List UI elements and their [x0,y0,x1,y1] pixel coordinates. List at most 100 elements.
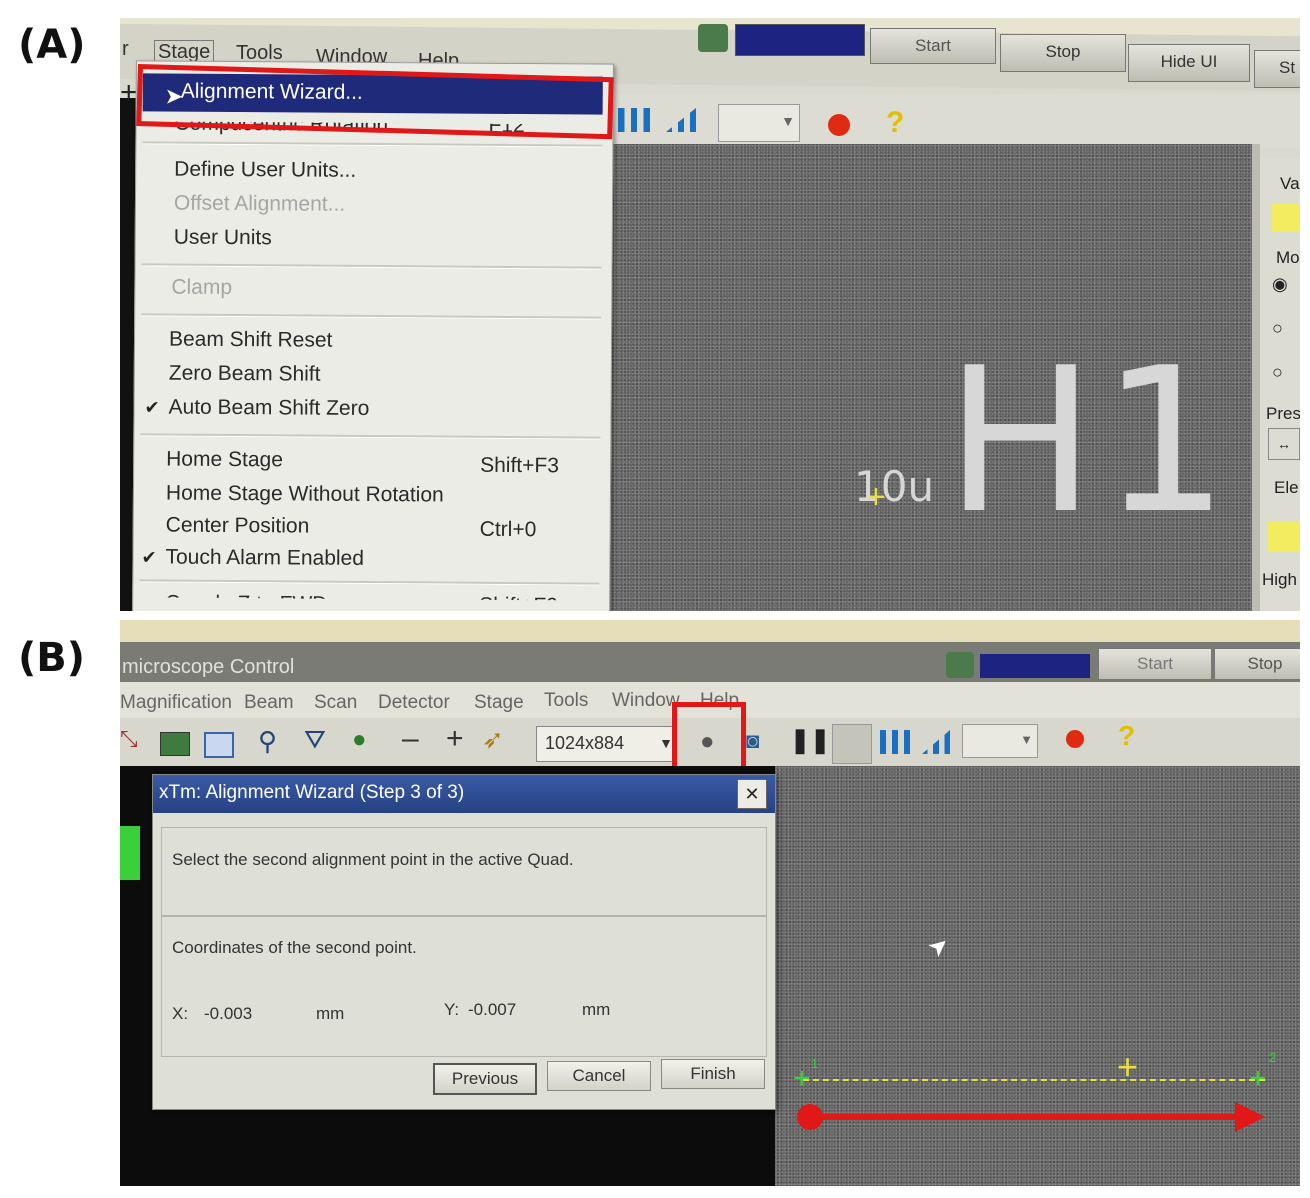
previous-button[interactable]: Previous [433,1063,537,1095]
swap-icon[interactable]: ↔ [1268,428,1300,460]
side-label-pres: Pres [1266,404,1300,423]
menu-item-touch-alarm-enabled[interactable]: Touch Alarm Enabled [165,546,364,571]
cursor-arrow-icon: ➤ [922,929,956,964]
hide-ui-button[interactable]: Hide UI [1128,44,1250,82]
finish-button[interactable]: Finish [661,1059,765,1089]
menu-item-offset-alignment: Offset Alignment... [173,191,346,216]
crosshair-icon: + [866,478,886,516]
alignment-point-1-icon: + [793,1062,811,1095]
alignment-point-2-label: 2 [1269,1050,1277,1065]
menu-item-user-units[interactable]: User Units [174,226,272,251]
side-label-high: High [1262,570,1297,589]
menubar-item-window[interactable]: Window [612,690,680,712]
window-resize-icon[interactable] [204,732,234,758]
close-icon[interactable]: ✕ [737,779,767,809]
x-label: X: [172,1004,189,1023]
y-unit: mm [582,1000,611,1019]
x-unit: mm [316,1004,345,1023]
help-icon[interactable]: ? [886,106,904,140]
menubar-item-detector[interactable]: Detector [378,692,450,714]
menubar-item-scan[interactable]: Scan [314,692,357,714]
instruction-text: Select the second alignment point in the… [172,850,574,869]
preset-dropdown[interactable]: ▼ [962,724,1038,758]
help-icon[interactable]: ? [1118,720,1135,752]
pause-icon[interactable]: ❚❚ [790,726,830,755]
filter-icon[interactable]: ⛛ [304,724,326,756]
cancel-button[interactable]: Cancel [547,1061,651,1091]
start-button[interactable]: Start [870,28,996,64]
signal-bars-icon[interactable] [832,724,872,764]
chevron-down-icon: ▼ [1020,732,1033,747]
green-indicator [120,826,140,880]
menu-item-define-user-units[interactable]: Define User Units... [174,158,356,183]
dialog-title: xTm: Alignment Wizard (Step 3 of 3) [159,782,465,803]
preset-dropdown[interactable]: ▼ [718,104,800,142]
menu-separator [141,263,602,270]
panel-b-screenshot: microscope Control Start Stop Magnificat… [120,620,1300,1186]
stop-button[interactable]: Stop [1214,648,1300,680]
start-button[interactable]: Start [1098,648,1212,680]
signal-bars-alt-icon[interactable] [880,730,910,754]
menubar-item-tools[interactable]: Tools [544,690,588,712]
menu-item-home-stage-without-rotation[interactable]: Home Stage Without Rotation [166,482,444,508]
radio-button[interactable]: ◉ [1272,274,1288,295]
st-button[interactable]: St [1254,50,1300,88]
menu-separator [139,579,600,586]
yellow-indicator [1268,522,1300,552]
stage-menu: Alignment Wizard... ➤ Compucentric Rotat… [132,60,614,611]
turtle-icon[interactable]: ● [352,726,367,754]
status-indicator-icon [698,24,728,52]
menu-separator [140,433,601,440]
chevron-down-icon: ▼ [781,113,795,129]
status-indicator-icon [946,652,974,678]
camera-icon[interactable]: ◙ [746,728,759,754]
menu-item-zero-beam-shift[interactable]: Zero Beam Shift [169,362,321,387]
status-bar [735,24,865,56]
direction-arrow [797,1102,1267,1132]
menubar-item-beam[interactable]: Beam [244,692,294,714]
menu-item-shortcut: Shift+F3 [480,453,560,478]
check-icon: ✔ [144,397,160,418]
minus-icon[interactable]: – [402,722,419,756]
highlight-box [672,702,746,774]
alignment-point-1-label: 1 [811,1056,819,1071]
menu-separator [142,141,603,148]
plus-icon[interactable]: + [446,722,464,756]
side-panel: Va Mo ◉ ○ ○ Pres ↔ Ele High [1260,158,1300,611]
menu-item-couple-z-to-fwd[interactable]: Couple Z to FWD [165,592,327,611]
menu-item-center-position[interactable]: Center Position [166,514,310,539]
window-title: microscope Control [122,656,295,678]
check-icon: ✔ [141,547,157,568]
side-label-mo: Mo [1276,248,1300,267]
menu-item-clamp: Clamp [171,275,233,300]
record-icon[interactable] [828,114,850,136]
resolution-dropdown[interactable]: 1024x884 ▼ [536,726,676,762]
menubar-item-r[interactable]: r [122,38,129,61]
zoom-icon[interactable]: ⤡ [120,726,138,752]
menu-item-home-stage[interactable]: Home Stage [166,448,283,473]
pin-icon[interactable]: ⚲ [258,726,277,757]
coordinates-label: Coordinates of the second point. [172,938,417,957]
side-label-ele: Ele [1274,478,1299,497]
stop-button[interactable]: Stop [1000,34,1126,72]
waveform-icon[interactable] [160,732,190,756]
side-label-va: Va [1280,174,1300,193]
crosshair-icon: + [1117,1046,1139,1087]
record-icon[interactable] [1066,730,1084,748]
menu-item-beam-shift-reset[interactable]: Beam Shift Reset [169,328,333,353]
sem-image-active-quad[interactable]: ➤ + 1 + + 2 [775,766,1300,1186]
signal-bars-icon[interactable] [618,108,650,132]
radio-button[interactable]: ○ [1272,362,1283,383]
menu-item-auto-beam-shift-zero[interactable]: Auto Beam Shift Zero [168,396,369,421]
menubar-item-stage[interactable]: Stage [474,692,524,714]
menu-separator [141,313,602,320]
menubar-item-magnification[interactable]: Magnification [120,692,232,714]
menu-item-shortcut: Ctrl+0 [479,517,537,542]
coordinates-panel: Coordinates of the second point. X: -0.0… [161,915,767,1057]
radio-button[interactable]: ○ [1272,318,1283,339]
sem-image[interactable]: 10u H1 + [610,144,1252,611]
image-label-h1: H1 [945,325,1235,558]
menu-item-shortcut: Shift+F9 [479,593,559,611]
rabbit-icon[interactable]: ➶ [482,724,504,755]
resolution-value: 1024x884 [545,733,625,753]
